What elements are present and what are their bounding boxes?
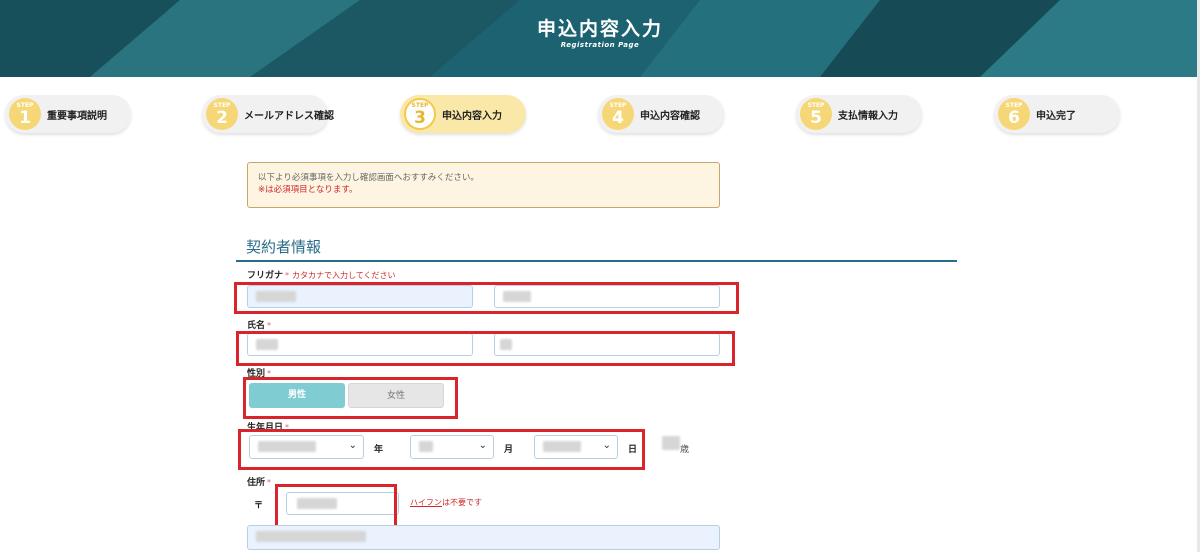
masked-value [256, 531, 366, 542]
field-label-text: 住所 [247, 478, 266, 488]
highlight-box-furigana [234, 282, 739, 314]
step-6-badge: STEP 6 [998, 98, 1030, 130]
notice-text: 以下より必須事項を入力し確認画面へおすすみください。 [258, 173, 479, 183]
step-3-badge: STEP 3 [404, 98, 436, 130]
instruction-notice: 以下より必須事項を入力し確認画面へおすすみください。 ※は必須項目となります。 [247, 162, 720, 208]
step-label: 申込内容確認 [640, 111, 700, 122]
field-label-text: 氏名 [247, 321, 266, 331]
step-4: STEP 4 申込内容確認 [598, 95, 724, 133]
page-subtitle: Registration Page [560, 41, 640, 49]
step-number: 5 [810, 108, 822, 128]
address-input[interactable] [247, 525, 720, 550]
required-note: ※は必須項目となります。 [258, 185, 358, 195]
step-label: 申込完了 [1036, 111, 1076, 122]
page-header: 申込内容入力 Registration Page [0, 0, 1200, 77]
section-title: 契約者情報 [246, 238, 322, 256]
hyphen-note: ハイフンは不要です [410, 497, 482, 508]
furigana-label: フリガナ * カタカナで入力してください [247, 268, 396, 281]
highlight-box-postal [275, 484, 397, 528]
step-label: 申込内容入力 [442, 111, 502, 122]
postal-mark: 〒 [254, 501, 264, 511]
step-label: 支払情報入力 [838, 111, 898, 122]
address-label: 住所 * [247, 475, 271, 488]
step-number: 1 [19, 108, 31, 128]
step-5-badge: STEP 5 [800, 98, 832, 130]
step-1: STEP 1 重要事項説明 [5, 95, 131, 133]
required-mark: * [267, 478, 272, 487]
step-number: 6 [1008, 108, 1020, 128]
section-divider [236, 260, 957, 262]
step-progress: STEP 1 重要事項説明 STEP 2 メールアドレス確認 STEP 3 申込… [0, 95, 1200, 135]
masked-age [662, 436, 680, 450]
page-title: 申込内容入力 [536, 18, 663, 40]
required-mark: * [267, 321, 272, 330]
field-label-text: フリガナ [247, 271, 284, 281]
step-number: 4 [612, 108, 624, 128]
step-1-badge: STEP 1 [9, 98, 41, 130]
step-3-active: STEP 3 申込内容入力 [400, 95, 526, 133]
step-6: STEP 6 申込完了 [994, 95, 1120, 133]
step-label: メールアドレス確認 [244, 111, 334, 122]
step-number: 2 [216, 108, 228, 128]
step-2: STEP 2 メールアドレス確認 [202, 95, 334, 133]
name-label: 氏名 * [247, 318, 271, 331]
age-suffix: 歳 [680, 445, 690, 455]
hyphen-link[interactable]: ハイフン [410, 498, 442, 507]
registration-page: 申込内容入力 Registration Page STEP 1 重要事項説明 S… [0, 0, 1200, 552]
highlight-box-name [236, 331, 735, 366]
hyphen-note-text: は不要です [442, 498, 482, 507]
step-number: 3 [414, 108, 426, 128]
required-mark: * [285, 271, 290, 280]
highlight-box-birthdate [238, 429, 645, 470]
step-5: STEP 5 支払情報入力 [796, 95, 922, 133]
step-label: 重要事項説明 [47, 111, 107, 122]
furigana-hint: カタカナで入力してください [292, 271, 396, 280]
step-2-badge: STEP 2 [206, 98, 238, 130]
step-4-badge: STEP 4 [602, 98, 634, 130]
highlight-box-gender [243, 377, 458, 419]
